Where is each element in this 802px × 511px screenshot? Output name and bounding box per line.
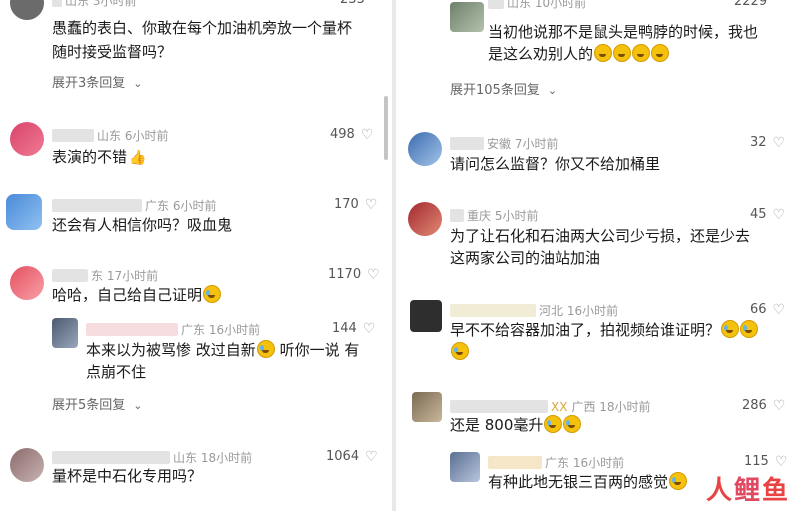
watermark-logo: 人鲤鱼 [705, 476, 790, 506]
avatar[interactable] [52, 318, 78, 348]
comment-meta: 山东 10小时前 [488, 0, 586, 11]
laugh-cry-emoji [563, 415, 582, 433]
comment-text: 当初他说那不是鼠头是鸭脖的时候，我也 [488, 23, 759, 41]
grin-emoji [613, 44, 632, 62]
thumbs-up-emoji: 👍 [129, 150, 147, 166]
like-count[interactable]: 233 [340, 0, 365, 7]
comment-item: 山东 3小时前 233 愚蠢的表白、你敢在每个加油机旁放一个量杯 随时接受监督吗… [0, 0, 392, 100]
like-button[interactable]: 32 ♡ [750, 135, 785, 151]
laugh-cry-emoji [740, 320, 759, 338]
avatar[interactable] [10, 0, 44, 20]
chevron-down-icon: ⌄ [547, 84, 558, 97]
comment-meta: 东 17小时前 [52, 267, 158, 284]
grin-emoji [651, 44, 670, 62]
like-button[interactable]: 144 ♡ [332, 321, 375, 337]
right-comment-panel: 山东 10小时前 2229 当初他说那不是鼠头是鸭脖的时候，我也 是这么劝别人的… [396, 0, 802, 511]
laugh-cry-emoji [721, 320, 740, 338]
like-button[interactable]: 66 ♡ [750, 302, 785, 318]
avatar[interactable] [408, 132, 442, 166]
avatar[interactable] [450, 452, 480, 482]
laugh-cry-emoji [203, 285, 222, 303]
heart-outline-icon: ♡ [772, 398, 786, 414]
comment-text: 量杯是中石化专用吗？ [52, 467, 203, 485]
comment-meta: 广东 16小时前 [86, 321, 260, 338]
chevron-down-icon: ⌄ [133, 399, 143, 412]
comment-meta: 广东 16小时前 [488, 454, 624, 471]
comment-text: 早不不给容器加油了，拍视频给谁证明？ [450, 318, 759, 342]
grin-emoji [632, 44, 651, 62]
comment-text: 表演的不错 👍 [52, 145, 146, 170]
comment-item: 山东 10小时前 2229 当初他说那不是鼠头是鸭脖的时候，我也 是这么劝别人的… [396, 0, 802, 105]
chevron-down-icon: ⌄ [133, 77, 143, 90]
comment-item: XX 广西 18小时前 286 ♡ 还是 800毫升 [396, 388, 802, 438]
heart-outline-icon: ♡ [772, 135, 786, 151]
laugh-cry-emoji [451, 342, 469, 360]
like-button[interactable]: 115 ♡ [744, 454, 787, 470]
comment-meta: 山东 3小时前 [52, 0, 136, 9]
heart-outline-icon: ♡ [360, 127, 374, 143]
expand-replies-button[interactable]: 展开105条回复 ⌄ [450, 79, 557, 98]
comment-meta: 河北 16小时前 [450, 302, 618, 319]
like-button[interactable]: 498 ♡ [330, 127, 373, 143]
like-button[interactable]: 45 ♡ [750, 207, 785, 223]
comment-text: 是这么劝别人的 [488, 42, 670, 66]
heart-outline-icon: ♡ [772, 207, 786, 223]
left-comment-panel: 山东 3小时前 233 愚蠢的表白、你敢在每个加油机旁放一个量杯 随时接受监督吗… [0, 0, 392, 511]
comment-text: 请问怎么监督？你又不给加桶里 [450, 155, 661, 173]
laugh-cry-emoji [544, 415, 563, 433]
reply-item: 广东 16小时前 144 ♡ 本来以为被骂惨 改过自新 听你一说 有 点崩不住 展… [0, 318, 392, 418]
heart-outline-icon: ♡ [362, 321, 376, 337]
avatar[interactable] [10, 266, 44, 300]
grin-emoji [594, 44, 613, 62]
comment-item: 广东 6小时前 170 ♡ 还会有人相信你吗？吸血鬼 [0, 188, 392, 248]
expand-replies-button[interactable]: 展开5条回复 ⌄ [52, 394, 143, 413]
comment-text: 愚蠢的表白、你敢在每个加油机旁放一个量杯 [52, 19, 353, 37]
reply-text: 本来以为被骂惨 改过自新 听你一说 有 [86, 340, 360, 359]
like-button[interactable]: 1170 ♡ [328, 267, 380, 283]
like-button[interactable]: 286 ♡ [742, 398, 785, 414]
laugh-cry-emoji [669, 472, 688, 490]
expand-replies-button[interactable]: 展开3条回复 ⌄ [52, 72, 143, 91]
avatar[interactable] [410, 300, 442, 332]
comment-text: 哈哈，自己给自己证明 [52, 283, 222, 307]
comment-item: 山东 6小时前 498 ♡ 表演的不错 👍 [0, 118, 392, 178]
reply-text: 有种此地无银三百两的感觉 [488, 470, 688, 494]
comment-text [450, 340, 469, 364]
comment-meta: 广东 6小时前 [52, 197, 216, 214]
comment-text: 还会有人相信你吗？吸血鬼 [52, 216, 233, 234]
heart-outline-icon: ♡ [774, 454, 788, 470]
avatar[interactable] [10, 448, 44, 482]
heart-outline-icon: ♡ [772, 302, 786, 318]
comment-text: 这两家公司的油站加油 [450, 249, 601, 267]
comment-item: 山东 18小时前 1064 ♡ 量杯是中石化专用吗？ [0, 440, 392, 500]
comment-item: 东 17小时前 1170 ♡ 哈哈，自己给自己证明 [0, 258, 392, 308]
comment-text: 还是 800毫升 [450, 413, 582, 437]
reply-text: 点崩不住 [86, 363, 147, 381]
avatar[interactable] [412, 392, 442, 422]
like-button[interactable]: 1064 ♡ [326, 449, 378, 465]
comment-text: 随时接受监督吗？ [52, 43, 173, 61]
comment-text: 为了让石化和石油两大公司少亏损，还是少去 [450, 227, 751, 245]
avatar[interactable] [450, 2, 484, 32]
scrollbar[interactable] [384, 96, 388, 160]
avatar[interactable] [6, 194, 42, 230]
avatar[interactable] [10, 122, 44, 156]
laugh-cry-emoji [256, 340, 275, 358]
comment-item: 安徽 7小时前 32 ♡ 请问怎么监督？你又不给加桶里 [396, 128, 802, 188]
heart-outline-icon: ♡ [365, 449, 378, 465]
heart-outline-icon: ♡ [367, 267, 380, 283]
comment-meta: 安徽 7小时前 [450, 135, 558, 152]
avatar[interactable] [408, 202, 442, 236]
like-count[interactable]: 2229 [734, 0, 767, 9]
comment-meta: 重庆 5小时前 [450, 207, 538, 224]
heart-outline-icon: ♡ [364, 197, 378, 213]
comment-meta: 山东 6小时前 [52, 127, 168, 144]
like-button[interactable]: 170 ♡ [334, 197, 377, 213]
comment-item: 河北 16小时前 66 ♡ 早不不给容器加油了，拍视频给谁证明？ [396, 296, 802, 366]
comment-item: 重庆 5小时前 45 ♡ 为了让石化和石油两大公司少亏损，还是少去 这两家公司的油… [396, 200, 802, 280]
